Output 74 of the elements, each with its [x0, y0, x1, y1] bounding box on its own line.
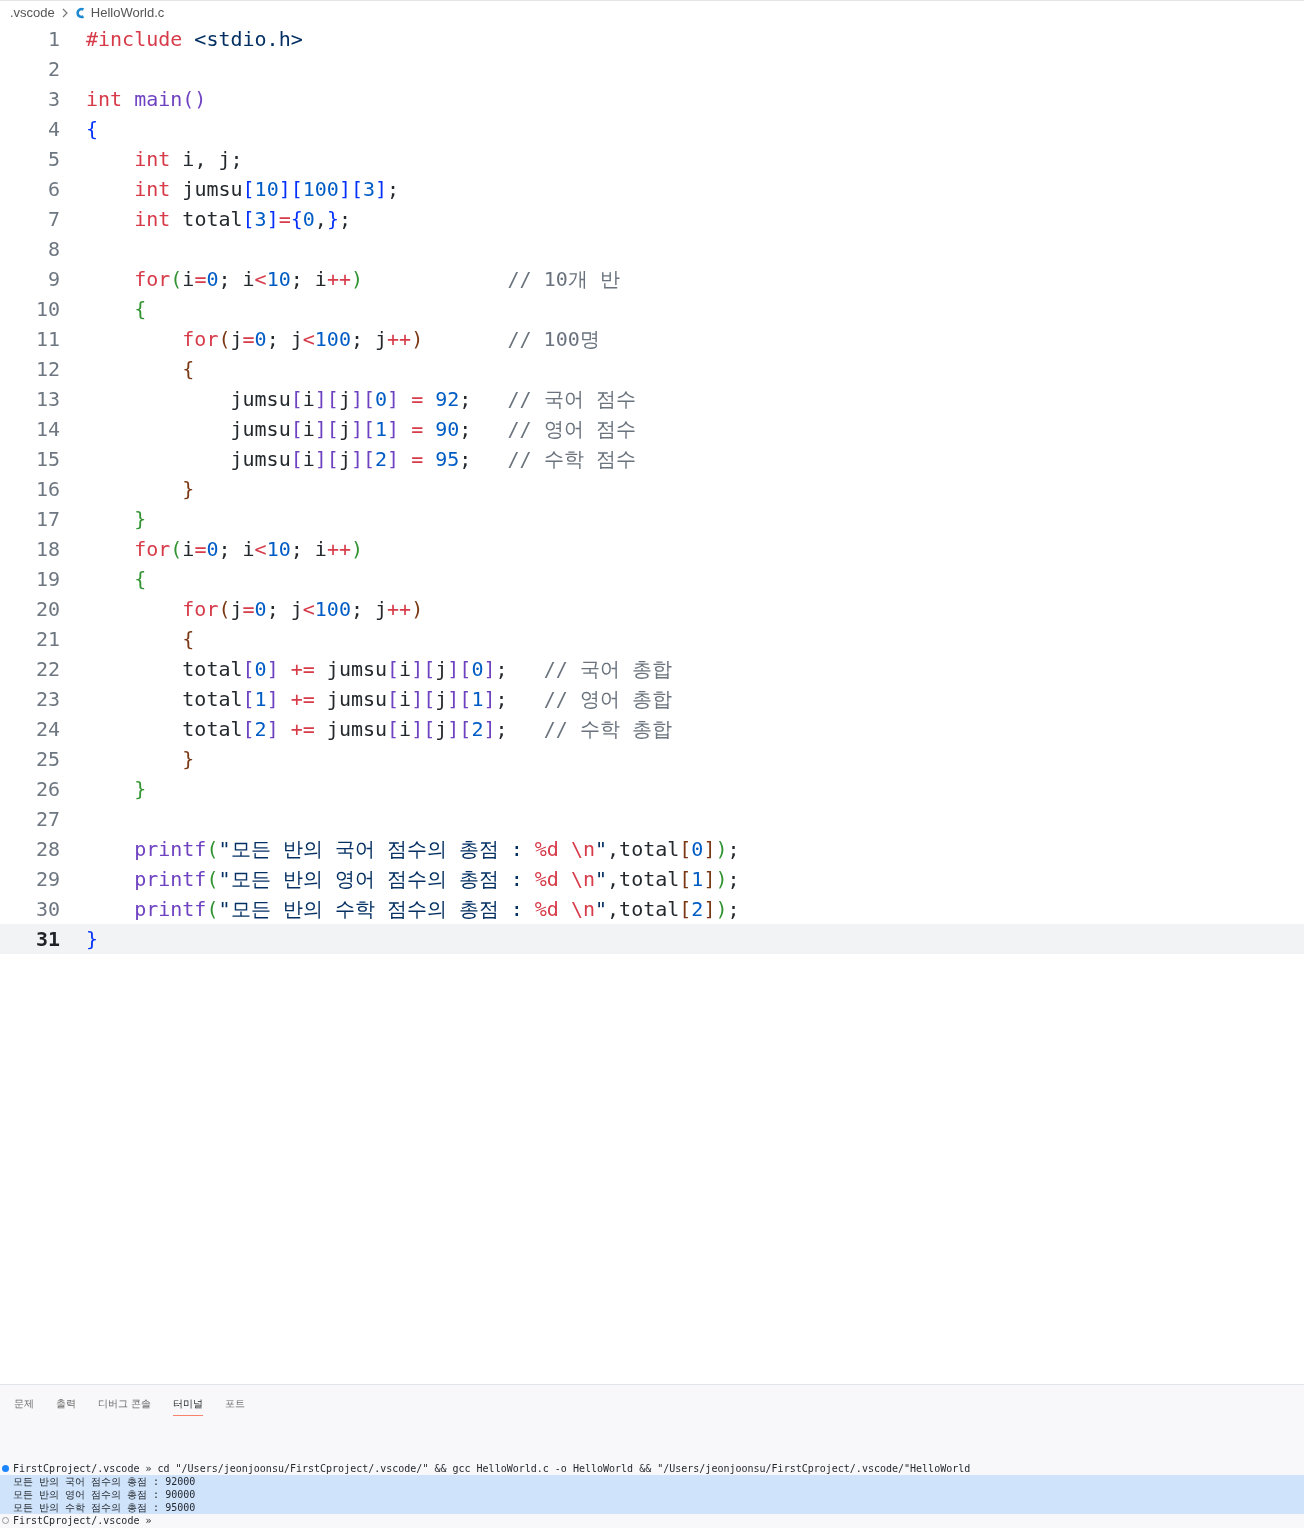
line-number: 22	[34, 657, 60, 681]
line-number: 7	[46, 207, 60, 231]
code-line: jumsu[i][j][1] = 90; // 영어 점수	[229, 415, 636, 443]
code-line: }	[181, 477, 195, 501]
code-line: {	[133, 297, 147, 321]
terminal-text: 모든 반의 국어 점수의 총점 : 92000	[13, 1474, 196, 1489]
line-number: 13	[34, 387, 60, 411]
terminal-text: FirstCproject/.vscode » cd "/Users/jeonjoonsu/FirstCproject/.vscode/" && gcc HelloWorld.c -o HelloWorld && "/Users/jeonjoonsu/FirstCproject/.vscode/"HelloWorld	[13, 1463, 971, 1474]
terminal-text: FirstCproject/.vscode »	[13, 1515, 152, 1526]
line-number: 17	[34, 507, 60, 531]
line-number: 24	[34, 717, 60, 741]
line-number: 5	[46, 147, 60, 171]
line-number: 31	[34, 927, 60, 951]
code-line: for(i=0; i<10; i++)	[133, 537, 363, 561]
code-line: int jumsu[10][100][3];	[133, 177, 400, 201]
line-number: 4	[46, 117, 60, 141]
line-number: 15	[34, 447, 60, 471]
code-line: }	[86, 927, 99, 951]
line-number: 23	[34, 687, 60, 711]
chevron-icon	[60, 7, 69, 18]
code-line: total[2] += jumsu[i][j][2]; // 수학 총합	[181, 715, 672, 743]
line-number: 8	[46, 237, 60, 261]
c-file-icon	[74, 6, 85, 19]
line-number: 27	[34, 807, 60, 831]
panel-tab[interactable]: 문제	[14, 1395, 34, 1416]
code-line: int total[3]={0,};	[133, 207, 351, 231]
code-line: {	[181, 357, 195, 381]
breadcrumb-folder[interactable]: .vscode	[10, 5, 55, 20]
line-number: 16	[34, 477, 60, 501]
line-number: 1	[46, 27, 60, 51]
terminal-text: 모든 반의 영어 점수의 총점 : 90000	[13, 1487, 196, 1502]
code-line: {	[181, 627, 195, 651]
code-line: {	[133, 567, 147, 591]
panel-tab[interactable]: 포트	[225, 1395, 246, 1416]
code-line: #include <stdio.h>	[86, 27, 303, 51]
code-line: jumsu[i][j][2] = 95; // 수학 점수	[229, 445, 636, 473]
line-number: 25	[34, 747, 60, 771]
code-line: }	[181, 747, 195, 771]
line-number: 19	[34, 567, 60, 591]
code-line: }	[133, 507, 147, 531]
line-number: 18	[34, 537, 60, 561]
code-line: for(j=0; j<100; j++) // 100명	[181, 325, 600, 353]
line-number: 12	[34, 357, 60, 381]
status-dot-icon	[2, 1465, 9, 1472]
line-number: 21	[34, 627, 60, 651]
code-line: }	[133, 777, 147, 801]
code-line: printf("모든 반의 국어 점수의 총점 : %d \n",total[0]);	[133, 835, 740, 863]
panel-tab[interactable]: 디버그 콘솔	[98, 1395, 152, 1416]
code-line: int main()	[86, 87, 207, 111]
line-number: 3	[46, 87, 60, 111]
code-line: {	[86, 117, 99, 141]
breadcrumb-file[interactable]: HelloWorld.c	[90, 5, 165, 20]
line-number: 10	[34, 297, 60, 321]
line-number: 11	[34, 327, 60, 351]
code-line: total[1] += jumsu[i][j][1]; // 영어 총합	[181, 685, 672, 713]
panel-tab[interactable]: 터미널	[173, 1395, 204, 1416]
code-line: jumsu[i][j][0] = 92; // 국어 점수	[229, 385, 636, 413]
panel-tab[interactable]: 출력	[56, 1395, 76, 1416]
terminal-text: 모든 반의 수학 점수의 총점 : 95000	[13, 1500, 196, 1515]
code-line: printf("모든 반의 수학 점수의 총점 : %d \n",total[2]);	[133, 895, 740, 923]
code-line: for(i=0; i<10; i++) // 10개 반	[133, 265, 620, 293]
line-number: 30	[34, 897, 60, 921]
code-line: total[0] += jumsu[i][j][0]; // 국어 총합	[181, 655, 672, 683]
line-number: 26	[34, 777, 60, 801]
line-number: 28	[34, 837, 60, 861]
line-number: 29	[34, 867, 60, 891]
code-line: printf("모든 반의 영어 점수의 총점 : %d \n",total[1]);	[133, 865, 740, 893]
code-line: int i, j;	[133, 147, 243, 171]
line-number: 9	[46, 267, 60, 291]
line-number: 2	[46, 57, 60, 81]
line-number: 6	[46, 177, 60, 201]
code-line: for(j=0; j<100; j++)	[181, 597, 424, 621]
line-number: 20	[34, 597, 60, 621]
line-number: 14	[34, 417, 60, 441]
